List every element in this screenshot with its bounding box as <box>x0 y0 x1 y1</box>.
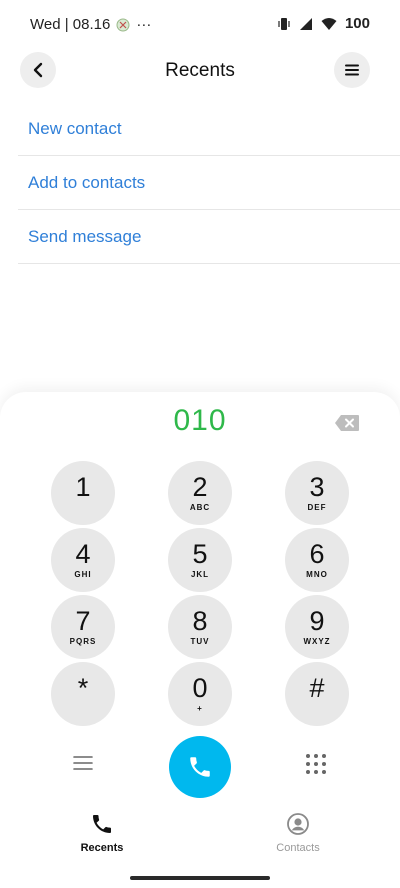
backspace-icon[interactable] <box>334 414 360 432</box>
new-contact-action[interactable]: New contact <box>18 102 400 156</box>
key-hash[interactable]: # <box>285 662 349 726</box>
key-3[interactable]: 3 DEF <box>285 461 349 525</box>
key-4[interactable]: 4 GHI <box>51 528 115 592</box>
add-to-contacts-action[interactable]: Add to contacts <box>18 156 400 210</box>
hamburger-icon <box>345 64 359 76</box>
key-5[interactable]: 5 JKL <box>168 528 232 592</box>
key-2[interactable]: 2 ABC <box>168 461 232 525</box>
tab-contacts-label: Contacts <box>276 842 320 854</box>
app-notification-icon <box>116 18 130 31</box>
bottom-navigation: Recents Contacts <box>0 812 400 864</box>
status-more-notifications: ··· <box>136 16 152 33</box>
key-0[interactable]: 0 + <box>168 662 232 726</box>
tab-contacts[interactable]: Contacts <box>238 812 358 854</box>
key-star[interactable]: * <box>51 662 115 726</box>
keypad-toggle-icon[interactable] <box>304 752 328 776</box>
tab-recents[interactable]: Recents <box>42 812 162 854</box>
status-bar: Wed | 08.16 ··· 100 <box>0 0 400 48</box>
signal-icon <box>299 17 312 30</box>
key-6[interactable]: 6 MNO <box>285 528 349 592</box>
tab-recents-label: Recents <box>80 842 124 854</box>
action-list: New contact Add to contacts Send message <box>18 102 400 264</box>
call-button[interactable] <box>169 736 231 798</box>
vibrate-icon <box>278 17 290 30</box>
app-bar: Recents <box>0 48 400 94</box>
battery-level: 100 <box>344 15 370 32</box>
phone-icon <box>190 757 210 777</box>
home-indicator[interactable] <box>130 876 270 880</box>
call-log-list-icon[interactable] <box>72 754 94 772</box>
key-1[interactable]: 1 <box>51 461 115 525</box>
send-message-action[interactable]: Send message <box>18 210 400 264</box>
key-8[interactable]: 8 TUV <box>168 595 232 659</box>
key-7[interactable]: 7 PQRS <box>51 595 115 659</box>
contact-avatar-icon <box>287 813 309 835</box>
wifi-icon <box>321 17 337 30</box>
menu-button[interactable] <box>334 52 370 88</box>
phone-icon <box>93 815 111 833</box>
status-time: Wed | 08.16 <box>30 16 111 33</box>
key-9[interactable]: 9 WXYZ <box>285 595 349 659</box>
